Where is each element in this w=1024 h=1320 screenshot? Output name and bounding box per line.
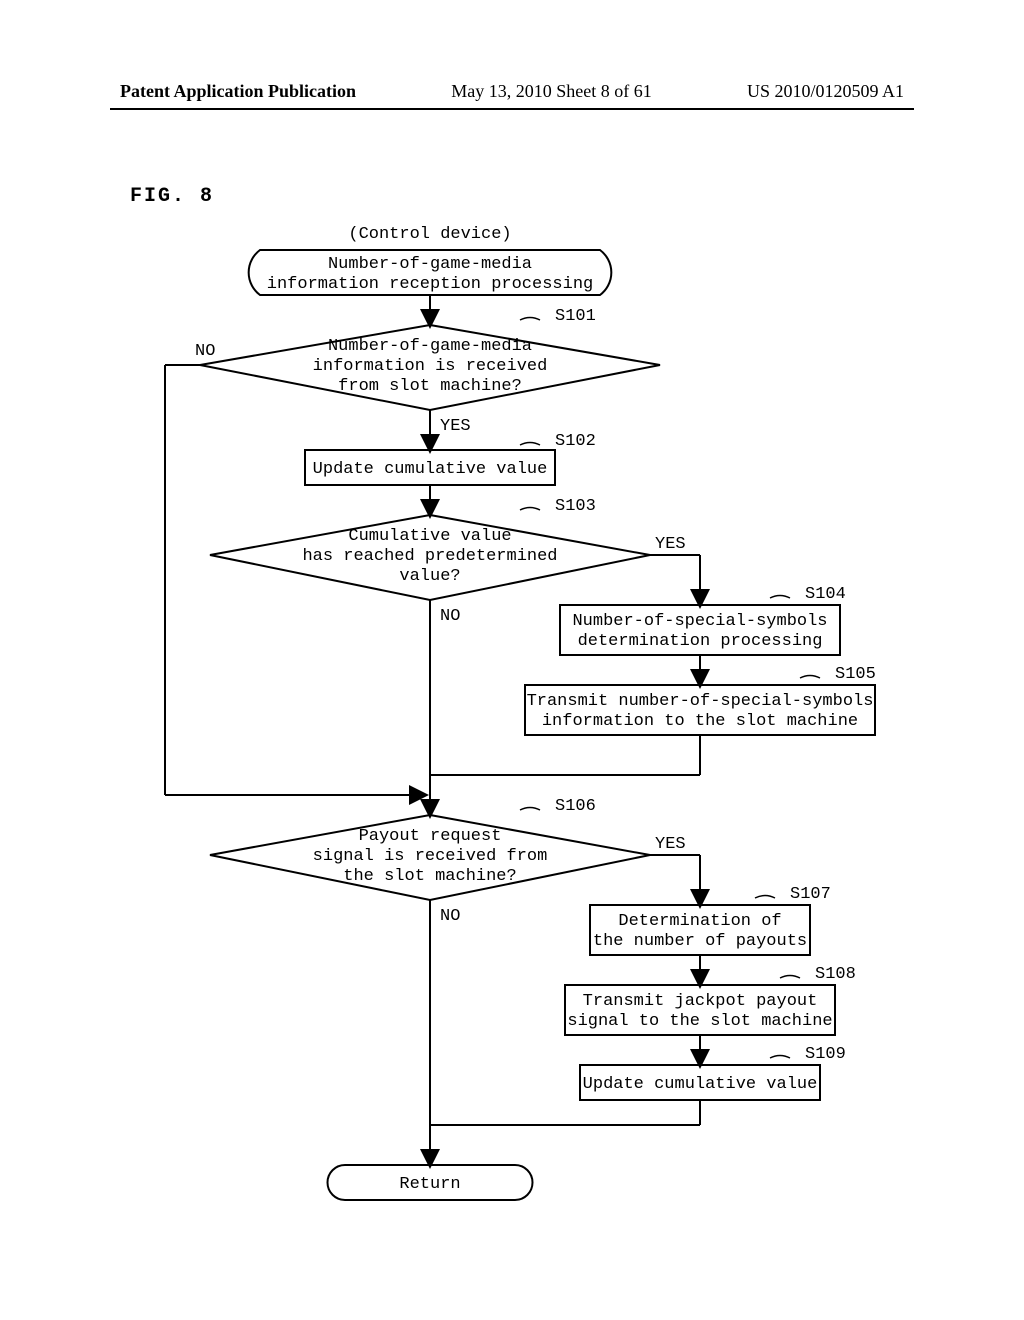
svg-text:Update cumulative value: Update cumulative value bbox=[313, 460, 548, 479]
svg-text:the number of payouts: the number of payouts bbox=[593, 932, 807, 951]
svg-text:Number-of-game-media: Number-of-game-media bbox=[328, 337, 532, 356]
node-s108: Transmit jackpot payout signal to the sl… bbox=[565, 985, 835, 1035]
svg-text:signal is received from: signal is received from bbox=[313, 847, 548, 866]
figure-label: FIG. 8 bbox=[130, 185, 214, 208]
label-s103: S103 bbox=[555, 497, 596, 516]
flowchart: (Control device) Number-of-game-media in… bbox=[120, 220, 920, 1225]
label-s105: S105 bbox=[835, 665, 876, 684]
label-s104: S104 bbox=[805, 585, 846, 604]
svg-text:value?: value? bbox=[399, 567, 460, 586]
label-s101: S101 bbox=[555, 307, 596, 326]
header-center: May 13, 2010 Sheet 8 of 61 bbox=[451, 81, 651, 102]
svg-text:determination processing: determination processing bbox=[578, 632, 823, 651]
label-s108: S108 bbox=[815, 965, 856, 984]
header-left: Patent Application Publication bbox=[120, 81, 356, 102]
svg-text:Payout request: Payout request bbox=[359, 827, 502, 846]
svg-text:Determination of: Determination of bbox=[618, 912, 781, 931]
node-s103: Cumulative value has reached predetermin… bbox=[210, 515, 650, 600]
s103-yes: YES bbox=[655, 535, 686, 554]
svg-text:Transmit jackpot payout: Transmit jackpot payout bbox=[583, 992, 818, 1011]
s101-yes: YES bbox=[440, 417, 471, 436]
node-s104: Number-of-special-symbols determination … bbox=[560, 605, 840, 655]
svg-text:the slot machine?: the slot machine? bbox=[343, 867, 516, 886]
node-s102: Update cumulative value bbox=[305, 450, 555, 485]
svg-text:Number-of-special-symbols: Number-of-special-symbols bbox=[572, 612, 827, 631]
s103-no: NO bbox=[440, 607, 460, 626]
svg-text:signal to the slot machine: signal to the slot machine bbox=[567, 1012, 832, 1031]
node-s106: Payout request signal is received from t… bbox=[210, 815, 650, 900]
node-s107: Determination of the number of payouts bbox=[590, 905, 810, 955]
page-header: Patent Application Publication May 13, 2… bbox=[110, 75, 914, 110]
svg-text:Cumulative value: Cumulative value bbox=[348, 527, 511, 546]
node-return: Return bbox=[328, 1165, 533, 1200]
svg-text:information to the slot machin: information to the slot machine bbox=[542, 712, 858, 731]
svg-text:information is received: information is received bbox=[313, 357, 548, 376]
header-right: US 2010/0120509 A1 bbox=[747, 81, 904, 102]
svg-text:has reached predetermined: has reached predetermined bbox=[302, 547, 557, 566]
label-s109: S109 bbox=[805, 1045, 846, 1064]
s101-no: NO bbox=[195, 342, 215, 361]
svg-text:Return: Return bbox=[399, 1175, 460, 1194]
label-s102: S102 bbox=[555, 432, 596, 451]
svg-text:Update cumulative value: Update cumulative value bbox=[583, 1075, 818, 1094]
svg-text:from slot machine?: from slot machine? bbox=[338, 377, 522, 396]
svg-text:information reception processi: information reception processing bbox=[267, 275, 593, 294]
node-start: Number-of-game-media information recepti… bbox=[249, 250, 612, 295]
label-s107: S107 bbox=[790, 885, 831, 904]
flow-title: (Control device) bbox=[348, 225, 511, 244]
label-s106: S106 bbox=[555, 797, 596, 816]
node-s105: Transmit number-of-special-symbols infor… bbox=[525, 685, 875, 735]
node-s109: Update cumulative value bbox=[580, 1065, 820, 1100]
s106-yes: YES bbox=[655, 835, 686, 854]
node-s101: Number-of-game-media information is rece… bbox=[200, 325, 660, 410]
s106-no: NO bbox=[440, 907, 460, 926]
svg-text:Transmit number-of-special-sym: Transmit number-of-special-symbols bbox=[527, 692, 874, 711]
svg-text:Number-of-game-media: Number-of-game-media bbox=[328, 255, 532, 274]
